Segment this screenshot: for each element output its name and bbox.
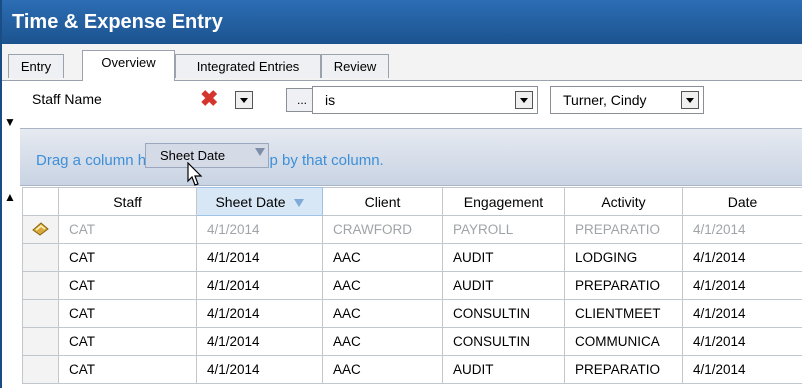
column-header-activity[interactable]: Activity: [564, 187, 683, 216]
cell-activity[interactable]: LODGING: [564, 243, 683, 272]
cell-activity[interactable]: PREPARATIO: [564, 355, 683, 384]
filter-field-label: Staff Name: [32, 91, 102, 107]
filter-field-dropdown-icon[interactable]: [235, 91, 253, 109]
cell-engagement[interactable]: CONSULTIN: [442, 327, 565, 356]
cell-engagement[interactable]: AUDIT: [442, 355, 565, 384]
cell-date[interactable]: 4/1/2014: [682, 327, 802, 356]
cell-sheet-date[interactable]: 4/1/2014: [196, 215, 323, 244]
cell-date[interactable]: 4/1/2014: [682, 299, 802, 328]
cell-client[interactable]: AAC: [322, 327, 443, 356]
row-selector[interactable]: [22, 299, 59, 328]
cell-client[interactable]: AAC: [322, 299, 443, 328]
cell-engagement[interactable]: AUDIT: [442, 271, 565, 300]
cell-client[interactable]: AAC: [322, 243, 443, 272]
cell-engagement[interactable]: PAYROLL: [442, 215, 565, 244]
sort-descending-icon: [293, 198, 304, 207]
cell-sheet-date[interactable]: 4/1/2014: [196, 299, 323, 328]
filter-operator-label: is: [325, 92, 336, 108]
tab-integrated-entries[interactable]: Integrated Entries: [175, 54, 321, 78]
tab-entry[interactable]: Entry: [8, 54, 64, 78]
row-selector[interactable]: [22, 327, 59, 356]
cell-date[interactable]: 4/1/2014: [682, 243, 802, 272]
cell-staff[interactable]: CAT: [58, 355, 197, 384]
cell-staff[interactable]: CAT: [58, 243, 197, 272]
tab-review[interactable]: Review: [321, 54, 389, 78]
cell-date[interactable]: 4/1/2014: [682, 355, 802, 384]
cell-activity[interactable]: PREPARATIO: [564, 271, 683, 300]
column-header-client[interactable]: Client: [322, 187, 443, 216]
cell-date[interactable]: 4/1/2014: [682, 271, 802, 300]
column-header-engagement[interactable]: Engagement: [442, 187, 565, 216]
cell-staff[interactable]: CAT: [58, 327, 197, 356]
row-selector[interactable]: [22, 355, 59, 384]
row-selector-header: [22, 187, 59, 216]
column-header-date[interactable]: Date: [682, 187, 802, 216]
table-row[interactable]: CAT 4/1/2014 CRAWFORD PAYROLL PREPARATIO…: [22, 215, 802, 244]
edit-pencil-icon: [31, 222, 49, 236]
cell-client[interactable]: AAC: [322, 355, 443, 384]
column-header-sheet-date-label: Sheet Date: [215, 193, 286, 210]
column-header-sheet-date[interactable]: Sheet Date: [196, 187, 323, 216]
cell-client[interactable]: AAC: [322, 271, 443, 300]
operator-dropdown-icon[interactable]: [515, 91, 533, 109]
cell-staff[interactable]: CAT: [58, 271, 197, 300]
cell-activity[interactable]: COMMUNICA: [564, 327, 683, 356]
table-row[interactable]: CAT 4/1/2014 AAC AUDIT PREPARATIO 4/1/20…: [22, 271, 802, 300]
table-row[interactable]: CAT 4/1/2014 AAC AUDIT PREPARATIO 4/1/20…: [22, 355, 802, 384]
dragged-column-header[interactable]: Sheet Date: [145, 143, 269, 168]
arrow-down-icon: ▼: [4, 115, 16, 129]
cell-sheet-date[interactable]: 4/1/2014: [196, 243, 323, 272]
table-row[interactable]: CAT 4/1/2014 AAC CONSULTIN CLIENTMEET 4/…: [22, 299, 802, 328]
table-row[interactable]: CAT 4/1/2014 AAC CONSULTIN COMMUNICA 4/1…: [22, 327, 802, 356]
sort-arrow-icon: [255, 148, 265, 156]
row-selector[interactable]: [22, 271, 59, 300]
cell-engagement[interactable]: CONSULTIN: [442, 299, 565, 328]
table-row[interactable]: CAT 4/1/2014 AAC AUDIT LODGING 4/1/2014: [22, 243, 802, 272]
cell-engagement[interactable]: AUDIT: [442, 243, 565, 272]
app-window: Time & Expense Entry Entry Overview Inte…: [0, 0, 802, 388]
filter-field-select[interactable]: Staff Name: [20, 86, 264, 114]
row-selector[interactable]: [22, 215, 59, 244]
filter-operator-select[interactable]: is: [312, 86, 538, 114]
tab-overview[interactable]: Overview: [82, 50, 175, 81]
window-title: Time & Expense Entry: [2, 0, 802, 44]
filter-value-label: Turner, Cindy: [563, 92, 647, 108]
cell-sheet-date[interactable]: 4/1/2014: [196, 271, 323, 300]
group-by-area[interactable]: Drag a column header here to group by th…: [20, 128, 802, 186]
cell-activity[interactable]: PREPARATIO: [564, 215, 683, 244]
cell-sheet-date[interactable]: 4/1/2014: [196, 355, 323, 384]
value-dropdown-icon[interactable]: [681, 91, 699, 109]
cell-client[interactable]: CRAWFORD: [322, 215, 443, 244]
cell-staff[interactable]: CAT: [58, 215, 197, 244]
cell-staff[interactable]: CAT: [58, 299, 197, 328]
row-selector[interactable]: [22, 243, 59, 272]
cell-sheet-date[interactable]: 4/1/2014: [196, 327, 323, 356]
cell-activity[interactable]: CLIENTMEET: [564, 299, 683, 328]
cell-date[interactable]: 4/1/2014: [682, 215, 802, 244]
delete-filter-icon[interactable]: ✖: [200, 88, 218, 110]
mouse-cursor-icon: [187, 162, 203, 186]
entries-grid: Staff Sheet Date Client Engagement Activ…: [22, 187, 802, 384]
tab-bar: Entry Overview Integrated Entries Review: [2, 44, 802, 81]
arrow-up-icon: ▲: [4, 190, 16, 204]
column-header-staff[interactable]: Staff: [58, 187, 197, 216]
